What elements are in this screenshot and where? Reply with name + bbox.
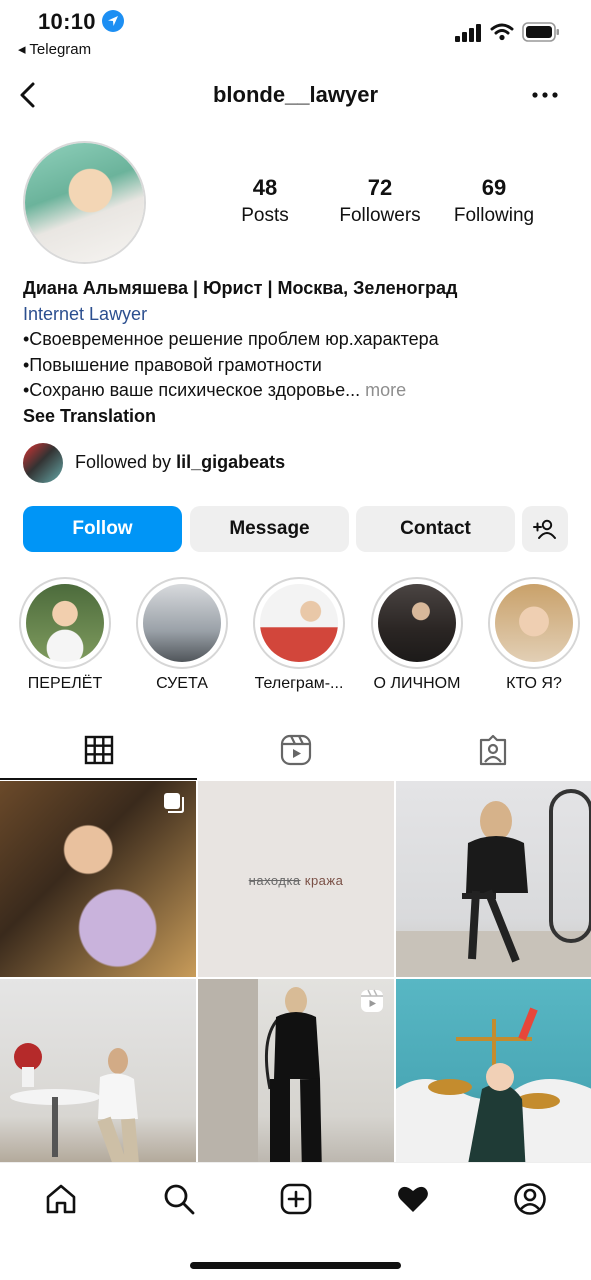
post-image xyxy=(10,1043,139,1167)
tab-tagged[interactable] xyxy=(394,720,591,780)
highlight-perelet[interactable]: ПЕРЕЛЁТ xyxy=(19,577,111,693)
highlight-cover xyxy=(260,584,338,662)
bottom-navigation xyxy=(0,1162,591,1280)
wifi-icon xyxy=(490,23,514,41)
nav-home[interactable] xyxy=(41,1179,81,1219)
post-tile[interactable] xyxy=(396,781,591,977)
home-icon xyxy=(46,1184,76,1214)
profile-header: blonde__lawyer xyxy=(0,70,591,120)
post-tile[interactable] xyxy=(198,979,394,1175)
profile-avatar[interactable] xyxy=(23,141,146,264)
location-arrow-icon xyxy=(102,10,124,32)
profile-bio: Диана Альмяшева | Юрист | Москва, Зелено… xyxy=(23,276,583,429)
following-stat[interactable]: 69 Following xyxy=(439,175,549,227)
reels-icon xyxy=(280,734,311,766)
status-bar: 10:10 ◂ Telegram xyxy=(0,0,591,62)
post-tile[interactable] xyxy=(0,979,196,1175)
posts-stat[interactable]: 48 Posts xyxy=(210,175,320,227)
tagged-person-icon xyxy=(479,734,506,766)
highlight-cover xyxy=(378,584,456,662)
heart-icon xyxy=(398,1186,428,1212)
bio-name: Диана Альмяшева | Юрист | Москва, Зелено… xyxy=(23,278,458,298)
nav-activity[interactable] xyxy=(393,1179,433,1219)
post-tile[interactable]: находка кража xyxy=(198,781,394,977)
post-tile[interactable] xyxy=(0,781,196,977)
profile-icon xyxy=(514,1183,546,1215)
bio-line-2: •Повышение правовой грамотности xyxy=(23,354,322,375)
follower-avatar xyxy=(23,443,63,483)
post-tile[interactable] xyxy=(396,979,591,1175)
highlight-label: О ЛИЧНОМ xyxy=(373,675,461,692)
see-translation-link[interactable]: See Translation xyxy=(23,404,583,430)
create-post-icon xyxy=(280,1183,312,1215)
more-options-icon[interactable] xyxy=(528,84,562,106)
nav-profile[interactable] xyxy=(510,1179,550,1219)
grid-icon xyxy=(84,735,113,765)
highlight-ring xyxy=(136,577,228,669)
highlight-telegram[interactable]: Телеграм-... xyxy=(253,577,345,693)
status-time: 10:10 xyxy=(38,9,96,34)
highlight-label: ПЕРЕЛЁТ xyxy=(27,675,103,692)
followed-by-prefix: Followed by xyxy=(75,452,177,472)
home-indicator[interactable] xyxy=(190,1262,401,1269)
highlight-sueta[interactable]: СУЕТА xyxy=(136,577,228,693)
highlight-label: СУЕТА xyxy=(156,675,208,692)
bio-line-3: •Сохраню ваше психическое здоровье... xyxy=(23,380,361,400)
add-person-icon xyxy=(533,519,556,539)
bio-more-link[interactable]: more xyxy=(365,380,406,400)
highlight-cover xyxy=(26,584,104,662)
highlight-o-lichnom[interactable]: О ЛИЧНОМ xyxy=(371,577,463,693)
message-button[interactable]: Message xyxy=(190,506,349,552)
follow-button[interactable]: Follow xyxy=(23,506,182,552)
highlight-ring xyxy=(488,577,580,669)
post-image xyxy=(396,789,591,977)
posts-label: Posts xyxy=(241,205,289,226)
followed-by-row[interactable]: Followed by lil_gigabeats xyxy=(23,443,583,483)
highlight-ring xyxy=(371,577,463,669)
posts-count: 48 xyxy=(252,175,278,200)
followed-by-text: Followed by lil_gigabeats xyxy=(75,452,285,473)
highlight-label: КТО Я? xyxy=(506,675,562,692)
post-image xyxy=(396,1007,591,1175)
battery-icon xyxy=(522,22,559,42)
highlight-label: Телеграм-... xyxy=(254,675,344,692)
highlight-cover xyxy=(495,584,573,662)
back-to-app-link[interactable]: ◂ Telegram xyxy=(18,40,91,58)
post-text-word: кража xyxy=(300,873,344,888)
followers-stat[interactable]: 72 Followers xyxy=(325,175,435,227)
followers-label: Followers xyxy=(339,205,421,226)
highlight-cover xyxy=(143,584,221,662)
tab-posts-grid[interactable] xyxy=(0,720,197,780)
highlight-ring xyxy=(253,577,345,669)
followed-by-user: lil_gigabeats xyxy=(176,452,286,472)
cellular-signal-icon xyxy=(455,24,481,42)
bio-category: Internet Lawyer xyxy=(23,303,148,324)
post-text-struck: находка xyxy=(248,873,301,888)
active-tab-indicator xyxy=(0,778,197,780)
suggested-users-button[interactable] xyxy=(522,506,568,552)
profile-tabs xyxy=(0,720,591,780)
bio-line-1: •Своевременное решение проблем юр.характ… xyxy=(23,329,439,349)
avatar-image xyxy=(25,143,144,262)
following-count: 69 xyxy=(481,175,507,200)
highlight-kto-ya[interactable]: КТО Я? xyxy=(488,577,580,693)
reel-icon xyxy=(361,989,383,1012)
tab-reels[interactable] xyxy=(197,720,394,780)
contact-button[interactable]: Contact xyxy=(356,506,515,552)
nav-create[interactable] xyxy=(276,1179,316,1219)
nav-search[interactable] xyxy=(159,1179,199,1219)
profile-username: blonde__lawyer xyxy=(212,82,379,107)
post-text: находка кража xyxy=(198,873,394,888)
bio-line-3-wrapper: •Сохраню ваше психическое здоровье... mo… xyxy=(23,378,583,404)
highlight-ring xyxy=(19,577,111,669)
search-icon xyxy=(164,1184,195,1215)
carousel-icon xyxy=(164,793,184,813)
following-label: Following xyxy=(453,205,535,226)
followers-count: 72 xyxy=(367,175,393,200)
